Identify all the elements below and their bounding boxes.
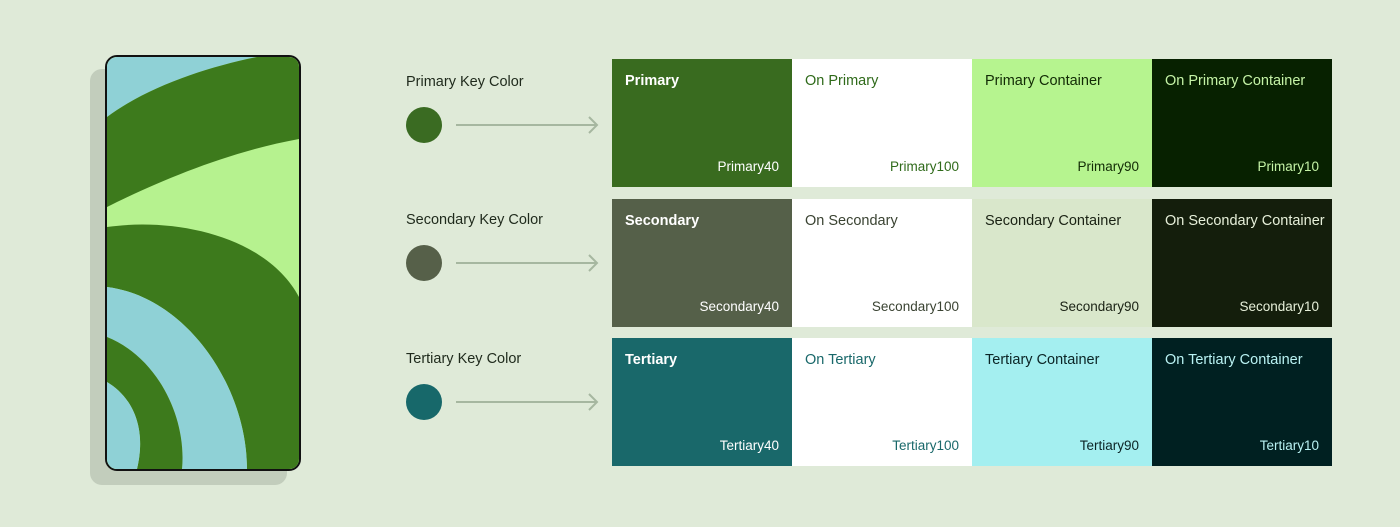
arrow-right-icon xyxy=(456,393,599,411)
tertiary-key-row: Tertiary Key Color xyxy=(406,351,606,481)
swatch-on-tertiary: On Tertiary Tertiary100 xyxy=(792,338,972,466)
secondary-swatch-row: Secondary Secondary40 On Secondary Secon… xyxy=(612,199,1332,327)
swatch-primary-container-tone: Primary90 xyxy=(1077,159,1139,174)
tertiary-swatch-row: Tertiary Tertiary40 On Tertiary Tertiary… xyxy=(612,338,1332,466)
tertiary-key-dot xyxy=(406,384,442,420)
swatch-on-primary-container-name: On Primary Container xyxy=(1165,73,1306,89)
swatch-tertiary-container-name: Tertiary Container xyxy=(985,352,1100,368)
swatch-on-secondary: On Secondary Secondary100 xyxy=(792,199,972,327)
secondary-key-label: Secondary Key Color xyxy=(406,212,544,228)
swatch-primary-container: Primary Container Primary90 xyxy=(972,59,1152,187)
swatch-on-secondary-container-name: On Secondary Container xyxy=(1165,213,1325,229)
swatch-on-tertiary-container-name: On Tertiary Container xyxy=(1165,352,1303,368)
primary-key-label: Primary Key Color xyxy=(406,74,524,90)
swatch-on-primary-container-tone: Primary10 xyxy=(1257,159,1319,174)
swatch-secondary-container-tone: Secondary90 xyxy=(1059,299,1139,314)
swatch-secondary-container-name: Secondary Container xyxy=(985,213,1122,229)
swatch-on-secondary-name: On Secondary xyxy=(805,213,898,229)
phone-screen xyxy=(105,55,301,471)
swatch-secondary-name: Secondary xyxy=(625,213,700,229)
swatch-on-primary-tone: Primary100 xyxy=(889,159,959,174)
swatch-on-tertiary-container-tone: Tertiary10 xyxy=(1259,438,1319,453)
swatch-tertiary-container: Tertiary Container Tertiary90 xyxy=(972,338,1152,466)
phone-illustration xyxy=(90,55,305,487)
swatch-on-secondary-tone: Secondary100 xyxy=(871,299,959,314)
secondary-key-dot xyxy=(406,245,442,281)
swatch-secondary-container: Secondary Container Secondary90 xyxy=(972,199,1152,327)
swatch-tertiary-name: Tertiary xyxy=(625,352,678,368)
tertiary-key-label: Tertiary Key Color xyxy=(406,351,522,367)
swatch-secondary: Secondary Secondary40 xyxy=(612,199,792,327)
swatch-on-tertiary-tone: Tertiary100 xyxy=(892,438,959,453)
primary-key-dot xyxy=(406,107,442,143)
wallpaper-artwork xyxy=(107,57,299,469)
swatch-on-secondary-container: On Secondary Container Secondary10 xyxy=(1152,199,1332,327)
primary-key-row: Primary Key Color xyxy=(406,74,606,204)
swatch-primary-container-name: Primary Container xyxy=(985,73,1102,89)
swatch-on-primary-container: On Primary Container Primary10 xyxy=(1152,59,1332,187)
arrow-right-icon xyxy=(456,116,599,134)
swatch-tertiary-tone: Tertiary40 xyxy=(719,438,779,453)
secondary-key-row: Secondary Key Color xyxy=(406,212,606,342)
swatch-on-tertiary-name: On Tertiary xyxy=(805,352,876,368)
swatch-on-secondary-container-tone: Secondary10 xyxy=(1239,299,1319,314)
swatch-on-primary: On Primary Primary100 xyxy=(792,59,972,187)
swatch-tertiary: Tertiary Tertiary40 xyxy=(612,338,792,466)
swatch-primary-name: Primary xyxy=(625,73,680,89)
swatch-primary-tone: Primary40 xyxy=(717,159,779,174)
swatch-on-primary-name: On Primary xyxy=(805,73,879,89)
primary-swatch-row: Primary Primary40 On Primary Primary100 … xyxy=(612,59,1332,187)
arrow-right-icon xyxy=(456,254,599,272)
swatch-tertiary-container-tone: Tertiary90 xyxy=(1079,438,1139,453)
swatch-primary: Primary Primary40 xyxy=(612,59,792,187)
swatch-secondary-tone: Secondary40 xyxy=(699,299,779,314)
swatch-on-tertiary-container: On Tertiary Container Tertiary10 xyxy=(1152,338,1332,466)
